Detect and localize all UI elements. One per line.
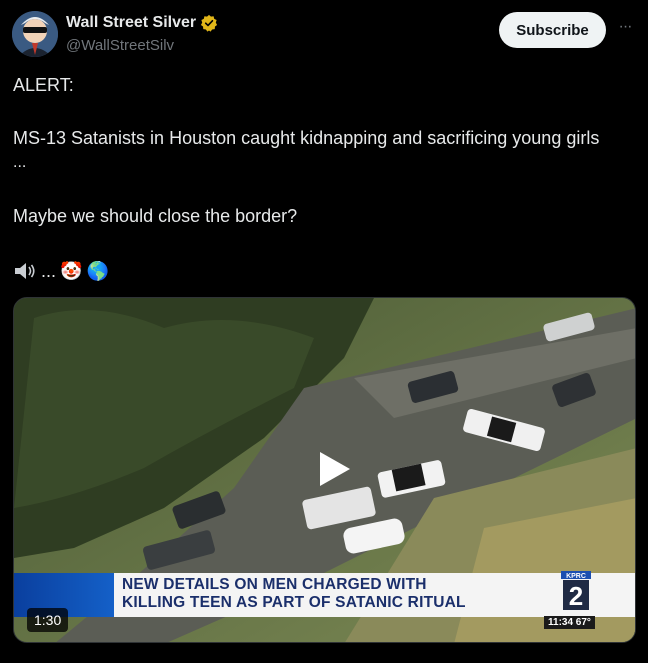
tweet-text-alert: ALERT:: [13, 75, 74, 95]
video-duration: 1:30: [27, 608, 69, 632]
more-icon[interactable]: ···: [614, 16, 636, 38]
globe-emoji: 🌎: [86, 260, 109, 281]
tv-clock: 11:34 67°: [544, 616, 595, 629]
author-name-text[interactable]: Wall Street Silver: [66, 14, 196, 32]
clown-emoji: 🤡: [60, 260, 83, 281]
play-icon[interactable]: [314, 448, 356, 490]
speaker-icon: [15, 263, 35, 279]
verified-badge-icon: [201, 14, 218, 32]
emoji-dots: ...: [41, 260, 57, 281]
tweet-text-ellipsis: ...: [13, 154, 27, 171]
emoji-row: ... 🤡 🌎: [13, 258, 109, 284]
news-headline-line2: KILLING TEEN AS PART OF SATANIC RITUAL: [122, 594, 466, 611]
tweet-text-question: Maybe we should close the border?: [13, 206, 298, 226]
station-number: 2: [569, 581, 583, 611]
station-logo: KPRC 2: [561, 571, 591, 611]
author-name[interactable]: Wall Street Silver: [66, 14, 218, 32]
news-headline: NEW DETAILS ON MEN CHARGED WITH KILLING …: [122, 576, 466, 612]
news-headline-line1: NEW DETAILS ON MEN CHARGED WITH: [122, 576, 427, 593]
tweet-header: Wall Street Silver @WallStreetSilv Subsc…: [0, 0, 648, 70]
news-lower-third: NEW DETAILS ON MEN CHARGED WITH KILLING …: [14, 571, 635, 617]
author-handle[interactable]: @WallStreetSilv: [66, 37, 174, 54]
video-player[interactable]: NEW DETAILS ON MEN CHARGED WITH KILLING …: [13, 297, 636, 643]
avatar[interactable]: [12, 11, 58, 57]
tweet-text-body: MS-13 Satanists in Houston caught kidnap…: [13, 128, 600, 148]
subscribe-button[interactable]: Subscribe: [499, 12, 606, 48]
station-name: KPRC: [566, 573, 586, 580]
